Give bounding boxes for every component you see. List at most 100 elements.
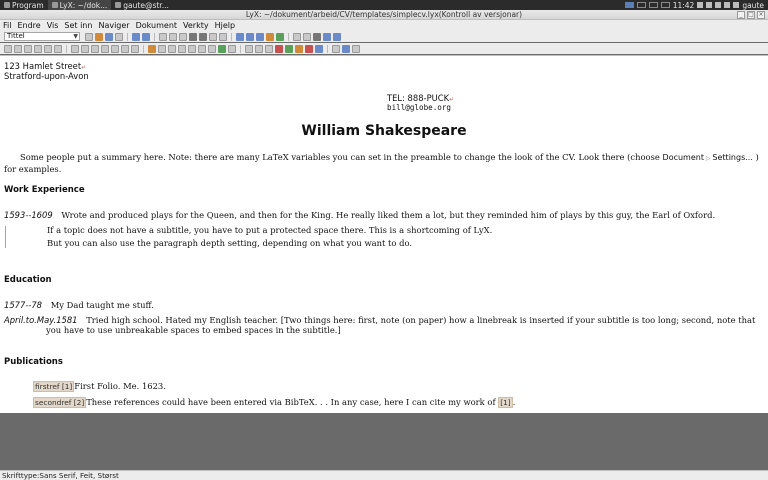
program-menu-button[interactable]: Program [0, 0, 48, 10]
insert-ref-icon[interactable] [158, 44, 166, 53]
cut-icon[interactable] [159, 32, 167, 41]
insert-math-icon[interactable] [228, 44, 236, 53]
next-change-icon[interactable] [275, 44, 283, 53]
menu-hjelp[interactable]: Hjelp [215, 21, 235, 30]
paragraph-style-select[interactable]: Tittel ▼ [4, 32, 80, 41]
workspace-1[interactable] [624, 2, 634, 8]
find-icon[interactable] [189, 32, 197, 41]
education-date-1: 1577--78 [4, 300, 43, 310]
toolbar-separator [327, 44, 328, 53]
update-icon[interactable] [333, 32, 341, 41]
window-titlebar[interactable]: LyX: ~/dokument/arbeid/CV/templates/simp… [0, 10, 768, 20]
list-description-icon[interactable] [24, 44, 32, 53]
insert-url-icon[interactable] [198, 44, 206, 53]
save-icon[interactable] [105, 32, 113, 41]
insert-note-icon[interactable] [188, 44, 196, 53]
align-right-icon[interactable] [91, 44, 99, 53]
spellcheck-icon[interactable] [305, 44, 313, 53]
table-icon[interactable] [293, 32, 301, 41]
menu-set-inn[interactable]: Set inn [64, 21, 92, 30]
menu-endre[interactable]: Endre [17, 21, 40, 30]
find-replace-icon[interactable] [199, 32, 207, 41]
workspace-4[interactable] [660, 2, 670, 8]
align-justify-icon[interactable] [101, 44, 109, 53]
merge-icon[interactable] [285, 44, 293, 53]
insert-image-icon[interactable] [218, 44, 226, 53]
view-icon[interactable] [323, 32, 331, 41]
accept-change-icon[interactable] [255, 44, 263, 53]
close-icon[interactable]: × [757, 11, 765, 19]
list-bullet-icon[interactable] [4, 44, 12, 53]
align-left-icon[interactable] [71, 44, 79, 53]
outdent-icon[interactable] [121, 44, 129, 53]
depth-decrease-icon[interactable] [34, 44, 42, 53]
zoom-out-icon[interactable] [219, 32, 227, 41]
insert-margin-note-icon[interactable] [178, 44, 186, 53]
source-icon[interactable] [352, 44, 360, 53]
maximize-icon[interactable]: □ [747, 11, 755, 19]
menu-naviger[interactable]: Naviger [98, 21, 129, 30]
education-entry-2: April.to.May.1581 Tried high school. Hat… [4, 315, 766, 335]
open-folder-icon[interactable] [95, 32, 103, 41]
ok-icon[interactable] [276, 32, 284, 41]
task-lyx-label: LyX: ~/dok... [59, 0, 108, 10]
menu-vis[interactable]: Vis [47, 21, 59, 30]
indent-icon[interactable] [111, 44, 119, 53]
font-icon[interactable] [256, 32, 264, 41]
publication-text-2: These references could have been entered… [86, 397, 499, 407]
track-changes-icon[interactable] [245, 44, 253, 53]
workspace-2[interactable] [636, 2, 646, 8]
battery-icon[interactable] [724, 2, 731, 8]
new-document-icon[interactable] [85, 32, 93, 41]
minimize-icon[interactable]: _ [737, 11, 745, 19]
menu-verkty[interactable]: Verkty [183, 21, 209, 30]
paragraph-icon[interactable] [54, 44, 62, 53]
copy-icon[interactable] [169, 32, 177, 41]
paste-icon[interactable] [179, 32, 187, 41]
toolbar-separator [143, 44, 144, 53]
bibitem-firstref[interactable]: firstref [1] [33, 381, 75, 392]
extra-toolbar [0, 43, 768, 54]
network-icon[interactable] [697, 2, 704, 8]
bibitem-secondref[interactable]: secondref [2] [33, 397, 87, 408]
bluetooth-icon[interactable] [706, 2, 713, 8]
insert-label-icon[interactable] [148, 44, 156, 53]
align-center-icon[interactable] [81, 44, 89, 53]
noun-icon[interactable] [246, 32, 254, 41]
document-view[interactable]: 123 Hamlet Street↵ Stratford-upon-Avon T… [0, 55, 768, 413]
task-terminal[interactable]: gaute@str... [111, 0, 173, 10]
paragraph-style-value: Tittel [7, 32, 25, 40]
section-work-experience: Work Experience [4, 185, 85, 195]
insert-footnote-icon[interactable] [168, 44, 176, 53]
menu-dokument[interactable]: Dokument [136, 21, 177, 30]
redo-icon[interactable] [142, 32, 150, 41]
workspace-3[interactable] [648, 2, 658, 8]
task-lyx[interactable]: LyX: ~/dok... [47, 0, 112, 10]
user-name[interactable]: gaute [742, 1, 764, 10]
volume-icon[interactable] [715, 2, 722, 8]
reject-change-icon[interactable] [265, 44, 273, 53]
thesaurus-icon[interactable] [315, 44, 323, 53]
figure-icon[interactable] [303, 32, 311, 41]
education-entry-1: 1577--78 My Dad taught me stuff. [4, 300, 154, 310]
emphasis-icon[interactable] [236, 32, 244, 41]
print-icon[interactable] [115, 32, 123, 41]
list-number-icon[interactable] [14, 44, 22, 53]
publication-text-1: First Folio. Me. 1623. [74, 381, 166, 391]
toolbar-separator [231, 32, 232, 41]
zoom-in-icon[interactable] [209, 32, 217, 41]
outline-icon[interactable] [342, 44, 350, 53]
arrow-left-icon[interactable] [131, 44, 139, 53]
text-style-icon[interactable] [266, 32, 274, 41]
depth-increase-icon[interactable] [44, 44, 52, 53]
undo-icon[interactable] [132, 32, 140, 41]
toc-icon[interactable] [332, 44, 340, 53]
insert-index-icon[interactable] [208, 44, 216, 53]
citation-inset[interactable]: [1] [498, 397, 513, 408]
system-tray: 11:42 gaute [624, 1, 768, 10]
clock[interactable]: 11:42 [673, 1, 695, 10]
settings-icon[interactable] [313, 32, 321, 41]
menu-fil[interactable]: Fil [3, 21, 11, 30]
note-next-icon[interactable] [295, 44, 303, 53]
window-title: LyX: ~/dokument/arbeid/CV/templates/simp… [245, 10, 523, 19]
